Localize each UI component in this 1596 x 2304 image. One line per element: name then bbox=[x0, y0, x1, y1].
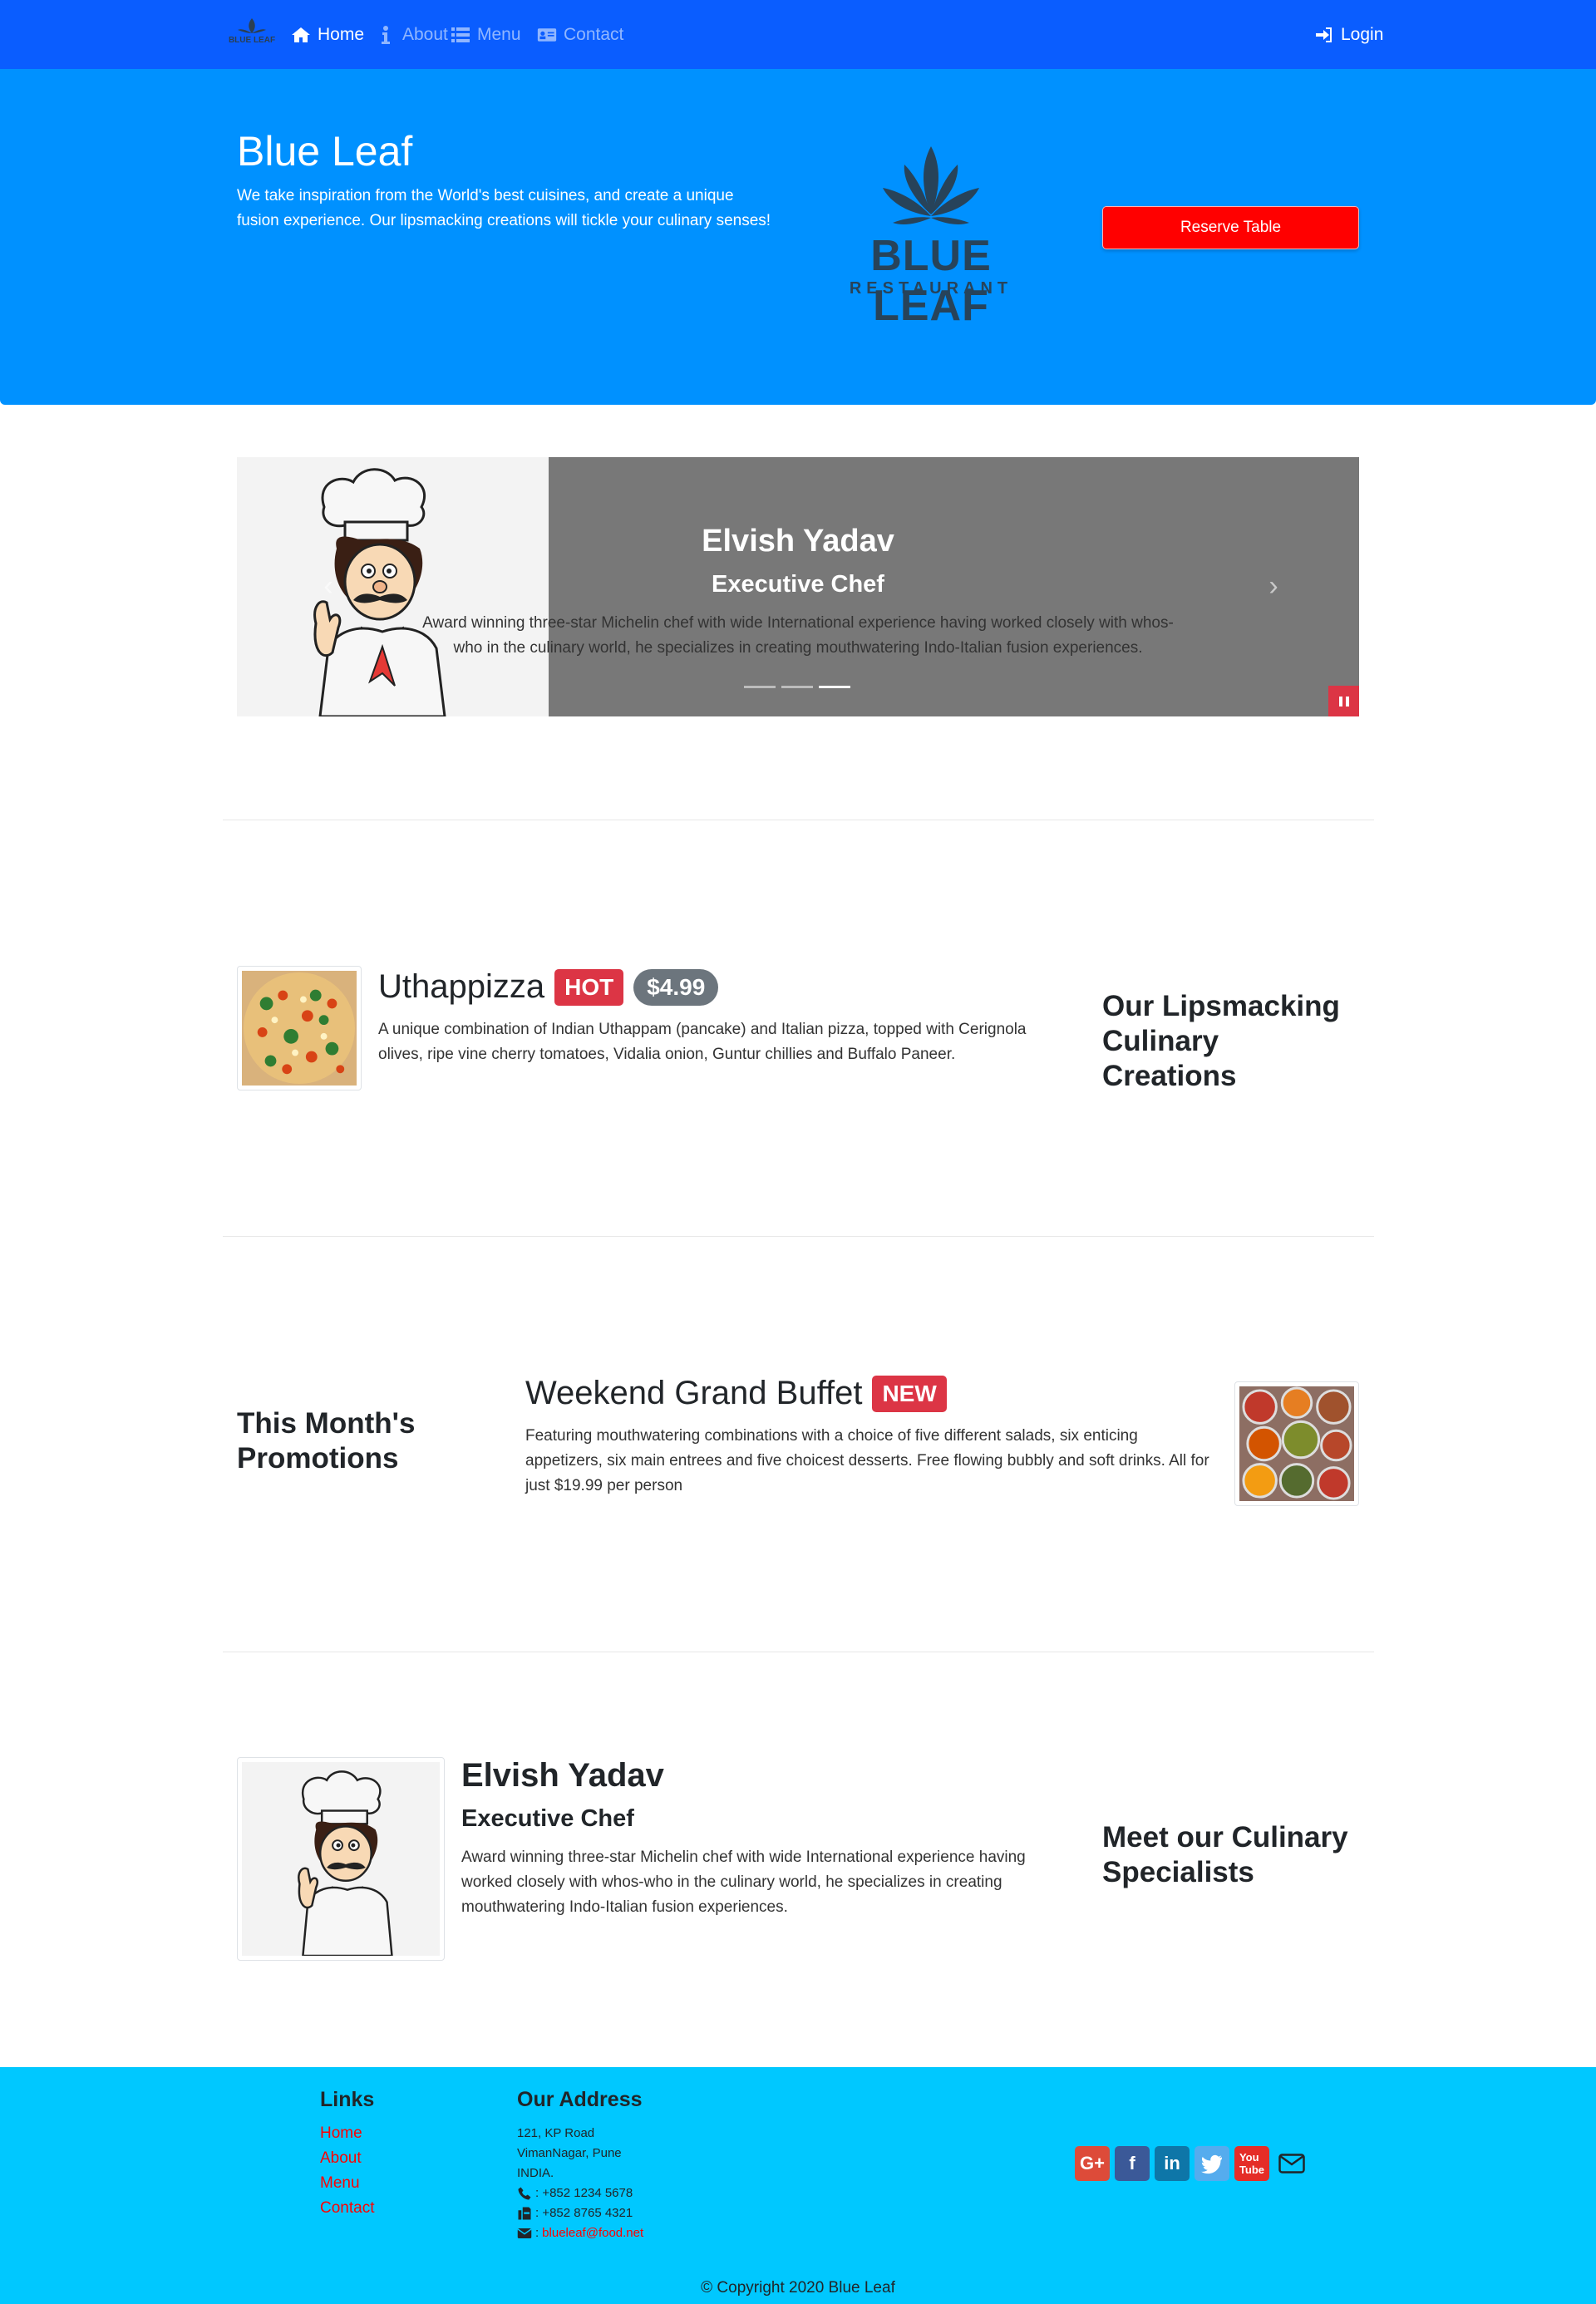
email-row: : blueleaf@food.net bbox=[517, 2223, 643, 2243]
nav-about-label: About bbox=[402, 25, 448, 44]
phone-number: : +852 1234 5678 bbox=[535, 2186, 633, 2200]
email-prefix: : bbox=[535, 2226, 539, 2240]
fax-number: : +852 8765 4321 bbox=[535, 2206, 633, 2220]
hot-badge: HOT bbox=[554, 968, 624, 1006]
nav-menu-label: Menu bbox=[477, 25, 521, 44]
info-icon bbox=[382, 26, 390, 44]
carousel-chef-description: Award winning three-star Michelin chef w… bbox=[422, 614, 1174, 657]
address-line-3: INDIA. bbox=[517, 2166, 554, 2180]
section-divider bbox=[223, 1236, 1374, 1237]
footer-link-about[interactable]: About bbox=[320, 2149, 362, 2167]
leaders-section-heading: Meet our Culinary Specialists bbox=[1102, 1821, 1348, 1888]
jumbotron: Blue Leaf We take inspiration from the W… bbox=[0, 69, 1596, 405]
nav-menu[interactable]: Menu bbox=[451, 22, 521, 48]
carousel-chef-role: Executive Chef bbox=[712, 571, 884, 598]
copyright-text: © Copyright 2020 Blue Leaf bbox=[701, 2279, 895, 2297]
envelope-outline-glyph bbox=[1278, 2154, 1305, 2174]
login-label: Login bbox=[1341, 25, 1384, 44]
carousel-next-button[interactable]: › bbox=[1261, 572, 1286, 600]
footer-link-home[interactable]: Home bbox=[320, 2124, 362, 2142]
footer-link-item: Contact bbox=[320, 2196, 374, 2221]
promotion-heading: Weekend Grand Buffet NEW bbox=[525, 1375, 947, 1412]
promotions-section-heading: This Month's Promotions bbox=[237, 1407, 416, 1474]
carousel-chef-name: Elvish Yadav bbox=[702, 524, 894, 559]
price-badge: $4.99 bbox=[633, 968, 719, 1006]
footer-link-menu[interactable]: Menu bbox=[320, 2174, 360, 2192]
pizza-image bbox=[242, 971, 357, 1086]
list-icon bbox=[451, 27, 470, 42]
mail-icon[interactable] bbox=[1274, 2146, 1309, 2181]
svg-text:BLUE LEAF: BLUE LEAF bbox=[229, 36, 275, 45]
nav-home-label: Home bbox=[318, 25, 365, 44]
home-icon bbox=[292, 27, 310, 42]
jumbotron-text: We take inspiration from the World's bes… bbox=[237, 187, 771, 229]
footer-link-item: About bbox=[320, 2146, 374, 2171]
dish-thumbnail bbox=[237, 966, 362, 1090]
facebook-icon[interactable]: f bbox=[1115, 2146, 1150, 2181]
nav-contact-label: Contact bbox=[564, 25, 624, 44]
leaf-logo-icon bbox=[883, 146, 979, 224]
buffet-image bbox=[1239, 1386, 1354, 1501]
leader-name: Elvish Yadav bbox=[461, 1757, 664, 1794]
pause-icon bbox=[1338, 696, 1349, 706]
dishes-section-heading: Our Lipsmacking Culinary Creations bbox=[1102, 990, 1340, 1092]
brand-logo-subtitle: RESTAURANT bbox=[849, 279, 1013, 298]
footer-link-contact[interactable]: Contact bbox=[320, 2199, 374, 2217]
email-link[interactable]: blueleaf@food.net bbox=[542, 2223, 643, 2243]
chef-carousel: Elvish Yadav Executive Chef Award winnin… bbox=[237, 457, 1359, 716]
dish-description: A unique combination of Indian Uthappam … bbox=[378, 1021, 1027, 1063]
new-badge: NEW bbox=[872, 1375, 947, 1412]
promotion-thumbnail bbox=[1234, 1381, 1359, 1506]
sign-in-icon bbox=[1316, 27, 1332, 42]
address-card-icon bbox=[537, 28, 557, 42]
navbar-logo[interactable]: BLUE LEAF bbox=[223, 17, 281, 48]
carousel-pause-button[interactable] bbox=[1328, 686, 1359, 716]
leader-role: Executive Chef bbox=[461, 1805, 634, 1832]
footer: Links Home About Menu Contact Our Addres… bbox=[0, 2067, 1596, 2304]
brand-logo: BLUE LEAF RESTAURANT bbox=[823, 140, 1039, 330]
carousel-indicator-1[interactable] bbox=[744, 686, 776, 688]
leader-name-text: Elvish Yadav bbox=[461, 1757, 664, 1794]
dish-name: Uthappizza bbox=[378, 968, 545, 1005]
twitter-icon[interactable] bbox=[1195, 2146, 1229, 2181]
login-link[interactable]: Login bbox=[1314, 22, 1383, 48]
nav-home[interactable]: Home bbox=[291, 22, 364, 48]
footer-link-item: Home bbox=[320, 2121, 374, 2146]
twitter-bird-glyph bbox=[1201, 2154, 1223, 2174]
linkedin-icon[interactable]: in bbox=[1155, 2146, 1190, 2181]
footer-address: 121, KP Road VimanNagar, Pune INDIA. : +… bbox=[517, 2124, 643, 2243]
fax-row: : +852 8765 4321 bbox=[517, 2203, 643, 2223]
carousel-prev-button[interactable]: ‹ bbox=[316, 572, 341, 600]
carousel-indicator-2[interactable] bbox=[781, 686, 813, 688]
address-line-1: 121, KP Road bbox=[517, 2126, 595, 2140]
phone-icon bbox=[518, 2187, 531, 2200]
navbar: BLUE LEAF Home About Menu Contact Login bbox=[0, 0, 1596, 69]
reserve-table-button[interactable]: Reserve Table bbox=[1102, 206, 1359, 249]
youtube-icon[interactable]: You Tube bbox=[1234, 2146, 1269, 2181]
nav-contact[interactable]: Contact bbox=[537, 22, 623, 48]
promotion-name: Weekend Grand Buffet bbox=[525, 1375, 863, 1411]
footer-address-heading: Our Address bbox=[517, 2088, 643, 2111]
chef-portrait-icon bbox=[242, 1762, 440, 1957]
chevron-left-icon: ‹ bbox=[323, 570, 333, 602]
footer-links-list: Home About Menu Contact bbox=[320, 2121, 374, 2221]
carousel-indicator-3[interactable] bbox=[819, 686, 850, 688]
leader-thumbnail bbox=[237, 1757, 445, 1961]
google-plus-icon[interactable]: G+ bbox=[1075, 2146, 1110, 2181]
phone-row: : +852 1234 5678 bbox=[517, 2183, 643, 2203]
social-links: G+ f in You Tube bbox=[1075, 2146, 1309, 2181]
fax-icon bbox=[518, 2207, 531, 2220]
footer-links-heading: Links bbox=[320, 2088, 375, 2111]
footer-link-item: Menu bbox=[320, 2171, 374, 2196]
chevron-right-icon: › bbox=[1268, 570, 1278, 602]
jumbotron-title: Blue Leaf bbox=[237, 128, 413, 175]
address-line-2: VimanNagar, Pune bbox=[517, 2146, 622, 2160]
promotion-description: Featuring mouthwatering combinations wit… bbox=[525, 1427, 1209, 1494]
leader-description: Award winning three-star Michelin chef w… bbox=[461, 1849, 1026, 1916]
dish-heading: Uthappizza HOT $4.99 bbox=[378, 968, 719, 1006]
envelope-icon bbox=[517, 2228, 532, 2238]
nav-about[interactable]: About bbox=[376, 22, 448, 48]
carousel-indicators bbox=[744, 686, 850, 688]
